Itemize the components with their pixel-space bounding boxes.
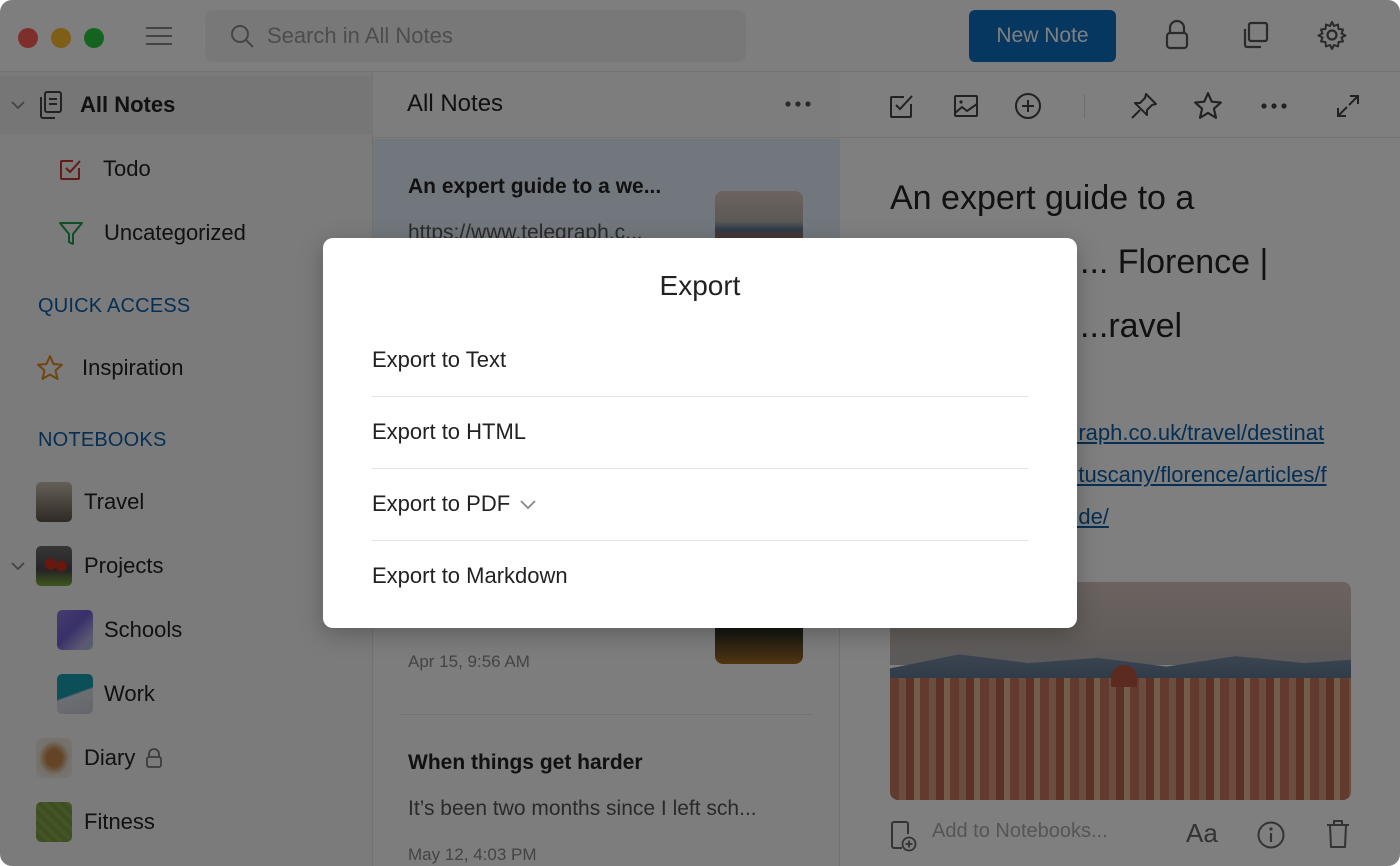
app-window: New Note All Notes Todo Uncategorized QU… [0,0,1400,866]
option-label: Export to Text [372,347,507,372]
option-label: Export to Markdown [372,563,568,588]
export-dialog: Export Export to Text Export to HTML Exp… [323,238,1077,628]
export-to-text-option[interactable]: Export to Text [372,324,1028,396]
option-label: Export to HTML [372,419,527,444]
export-dialog-title: Export [659,270,741,301]
option-label: Export to PDF [372,491,511,516]
export-to-markdown-option[interactable]: Export to Markdown [372,540,1028,612]
chevron-down-icon[interactable] [518,497,538,511]
export-to-pdf-option[interactable]: Export to PDF [372,468,1028,540]
export-to-html-option[interactable]: Export to HTML [372,396,1028,468]
